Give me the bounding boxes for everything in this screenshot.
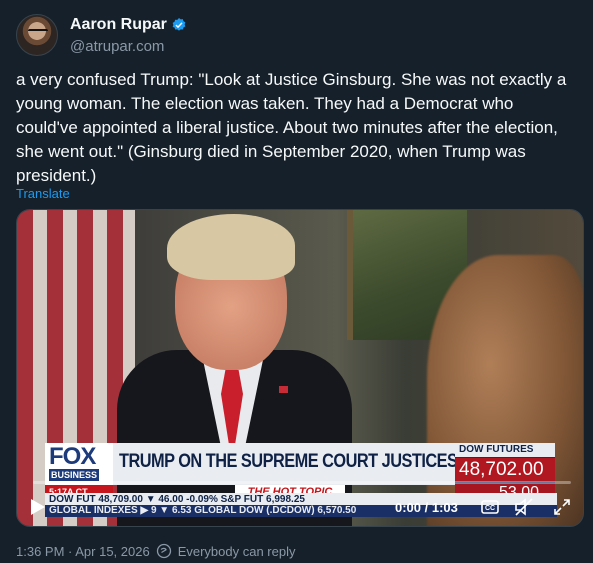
reply-setting-icon [156,543,171,559]
play-button[interactable] [27,496,49,518]
mute-button[interactable] [513,496,535,518]
video-controls: 0:00 / 1:03 CC [17,492,583,522]
network-logo: FOX BUSINESS [45,443,113,485]
video-timecode: 0:00 / 1:03 [395,500,458,515]
closed-captions-icon: CC [481,500,499,514]
network-logo-sub: BUSINESS [49,469,100,481]
play-icon [31,499,45,515]
fullscreen-icon [554,499,570,515]
interviewee-hair [167,214,295,280]
broadcast-headline: TRUMP ON THE SUPREME COURT JUSTICES [119,451,458,472]
author-name-row: Aaron Rupar [70,16,187,34]
dow-futures-value: 48,702.00 [455,458,555,482]
closed-captions-button[interactable]: CC [479,496,501,518]
network-logo-text: FOX [49,443,96,470]
fullscreen-button[interactable] [551,496,573,518]
verified-badge-icon [172,18,186,31]
tweet-text: a very confused Trump: "Look at Justice … [16,70,567,185]
reply-setting-text: Everybody can reply [177,543,296,559]
muted-speaker-icon [515,498,533,516]
video-player[interactable]: FOX BUSINESS TRUMP ON THE SUPREME COURT … [16,209,584,527]
translate-link[interactable]: Translate [16,186,70,201]
tweet-meta: 1:36 PM · Apr 15, 2026 Everybody can rep… [16,543,295,559]
author-display-name[interactable]: Aaron Rupar [70,16,167,34]
headline-box: TRUMP ON THE SUPREME COURT JUSTICES [113,443,458,485]
tweet-timestamp[interactable]: 1:36 PM · Apr 15, 2026 [16,544,150,559]
dow-futures-label: DOW FUTURES [455,443,555,457]
broadcast-lower-third: FOX BUSINESS TRUMP ON THE SUPREME COURT … [45,443,557,513]
video-progress-bar[interactable] [33,481,571,484]
tweet-header: Aaron Rupar @atrupar.com [16,14,576,58]
flag-pin [279,386,288,393]
avatar[interactable] [16,14,58,56]
svg-text:CC: CC [485,505,495,512]
author-handle[interactable]: @atrupar.com [70,38,164,55]
